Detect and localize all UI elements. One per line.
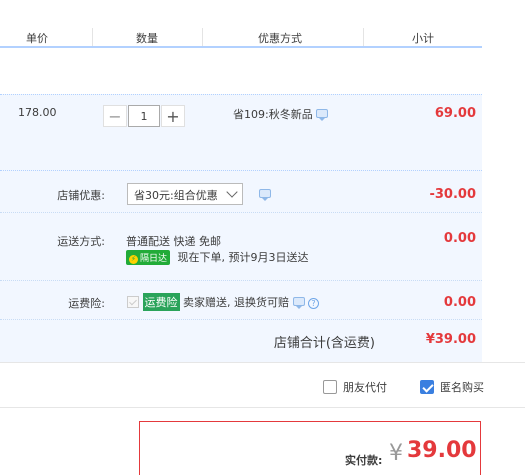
chat-icon[interactable] bbox=[259, 189, 271, 201]
payment-amount: 39.00 bbox=[407, 438, 477, 463]
next-day-badge-text: 隔日达 bbox=[140, 254, 168, 264]
shipping-row: 运送方式: 普通配送 快递 免邮 ⚡ 隔日达 现在下单, 预计9月3日送达 0.0… bbox=[0, 213, 482, 281]
header-divider bbox=[202, 28, 203, 46]
shop-discount-select[interactable]: 省30元:组合优惠 bbox=[127, 183, 243, 205]
item-promotion: 省109:秋冬新品 bbox=[233, 106, 329, 122]
shipping-method: 普通配送 快递 免邮 bbox=[126, 235, 221, 248]
insurance-row: 运费险: 运费险 卖家赠送, 退换货可赔 ? 0.00 bbox=[0, 281, 482, 321]
insurance-checkbox[interactable] bbox=[127, 296, 139, 308]
shipping-label: 运送方式: bbox=[57, 235, 105, 248]
shipping-eta: 现在下单, 预计9月3日送达 bbox=[177, 251, 309, 264]
anonymous-label: 匿名购买 bbox=[440, 381, 484, 394]
header-divider bbox=[92, 28, 93, 46]
help-icon[interactable]: ? bbox=[308, 298, 319, 309]
col-promotion: 优惠方式 bbox=[258, 32, 302, 45]
order-options: 朋友代付 匿名购买 bbox=[0, 362, 525, 408]
insurance-line: 运费险 卖家赠送, 退换货可赔 ? bbox=[127, 293, 319, 311]
quantity-stepper: − + bbox=[103, 105, 185, 127]
shop-discount-row: 店铺优惠: 省30元:组合优惠 -30.00 bbox=[0, 171, 482, 213]
lightning-icon: ⚡ bbox=[129, 255, 138, 264]
insurance-label: 运费险: bbox=[68, 297, 105, 310]
shipping-eta-line: ⚡ 隔日达 现在下单, 预计9月3日送达 bbox=[126, 249, 309, 265]
friend-pay-option[interactable]: 朋友代付 bbox=[323, 379, 387, 395]
cart-item-row: 178.00 − + 省109:秋冬新品 69.00 bbox=[0, 94, 482, 170]
next-day-badge: ⚡ 隔日达 bbox=[126, 250, 171, 265]
column-header: 单价 数量 优惠方式 小计 bbox=[0, 28, 482, 48]
quantity-input[interactable] bbox=[128, 105, 160, 127]
decrease-button[interactable]: − bbox=[103, 105, 127, 127]
shipping-amount: 0.00 bbox=[443, 231, 476, 246]
chevron-down-icon bbox=[226, 186, 238, 198]
friend-pay-label: 朋友代付 bbox=[343, 381, 387, 394]
col-price: 单价 bbox=[26, 32, 48, 45]
chat-icon[interactable] bbox=[316, 109, 329, 121]
shop-discount-label: 店铺优惠: bbox=[57, 189, 105, 202]
friend-pay-checkbox[interactable] bbox=[323, 380, 337, 394]
currency-symbol: ¥ bbox=[389, 441, 403, 466]
payment-summary: 实付款: ¥ 39.00 bbox=[139, 421, 481, 475]
insurance-badge: 运费险 bbox=[142, 293, 180, 311]
col-quantity: 数量 bbox=[136, 32, 158, 45]
insurance-amount: 0.00 bbox=[443, 295, 476, 310]
header-divider bbox=[363, 28, 364, 46]
item-subtotal: 69.00 bbox=[434, 106, 476, 121]
shop-total-row: 店铺合计(含运费) ¥39.00 bbox=[0, 318, 482, 362]
insurance-description: 卖家赠送, 退换货可赔 bbox=[183, 296, 289, 309]
shop-discount-amount: -30.00 bbox=[429, 187, 476, 202]
unit-price: 178.00 bbox=[18, 106, 57, 119]
shop-discount-value: 省30元:组合优惠 bbox=[134, 189, 218, 202]
increase-button[interactable]: + bbox=[161, 105, 185, 127]
anonymous-option[interactable]: 匿名购买 bbox=[420, 379, 484, 395]
shop-total-label: 店铺合计(含运费) bbox=[273, 336, 375, 351]
shop-total-amount: ¥39.00 bbox=[425, 332, 476, 347]
payment-label: 实付款: bbox=[345, 454, 383, 467]
anonymous-checkbox[interactable] bbox=[420, 380, 434, 394]
chat-icon[interactable] bbox=[292, 297, 305, 309]
item-promotion-text: 省109:秋冬新品 bbox=[233, 108, 313, 121]
col-subtotal: 小计 bbox=[412, 32, 434, 45]
